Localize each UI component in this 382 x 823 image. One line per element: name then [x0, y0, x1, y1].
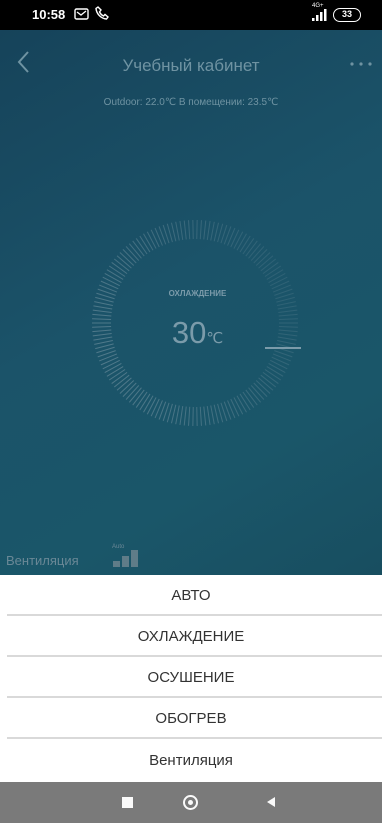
fan-speed-icon[interactable] [112, 547, 140, 569]
more-dots-icon[interactable] [347, 56, 375, 72]
notification-icon [74, 8, 89, 20]
signal-icon [312, 9, 327, 21]
climate-info: Outdoor: 22.0℃ В помещении: 23.5℃ [103, 97, 279, 108]
triangle-left-icon[interactable] [264, 795, 278, 809]
temperature-unit: ℃ [206, 330, 224, 347]
sheet-divider [7, 737, 382, 739]
mode-option-heat[interactable]: ОБОГРЕВ [0, 698, 382, 739]
dial-mode-label: ОХЛАЖДЕНИЕ [168, 289, 227, 298]
circle-dot [188, 800, 193, 805]
status-bar: 10:58 4G+ 33 [0, 0, 382, 30]
fan-label: Вентиляция [6, 553, 79, 568]
mode-option-auto[interactable]: АВТО [0, 575, 382, 616]
mode-option-dry[interactable]: ОСУШЕНИЕ [0, 657, 382, 698]
mode-option-cool[interactable]: ОХЛАЖДЕНИЕ [0, 616, 382, 657]
battery-indicator: 33 [333, 8, 361, 22]
temperature-display: 30℃ [0, 315, 382, 351]
square-icon[interactable] [122, 797, 133, 808]
status-time: 10:58 [32, 7, 66, 22]
navigation-bar [0, 782, 382, 823]
mode-sheet: АВТО ОХЛАЖДЕНИЕ ОСУШЕНИЕ ОБОГРЕВ Вентиля… [0, 575, 382, 782]
circle-icon[interactable] [183, 795, 198, 810]
app-screen: Учебный кабинет Outdoor: 22.0℃ В помещен… [0, 30, 382, 575]
mode-option-fan[interactable]: Вентиляция [0, 740, 382, 781]
temperature-value: 30 [171, 315, 207, 350]
call-icon [95, 6, 109, 20]
screen-title: Учебный кабинет [122, 56, 260, 75]
